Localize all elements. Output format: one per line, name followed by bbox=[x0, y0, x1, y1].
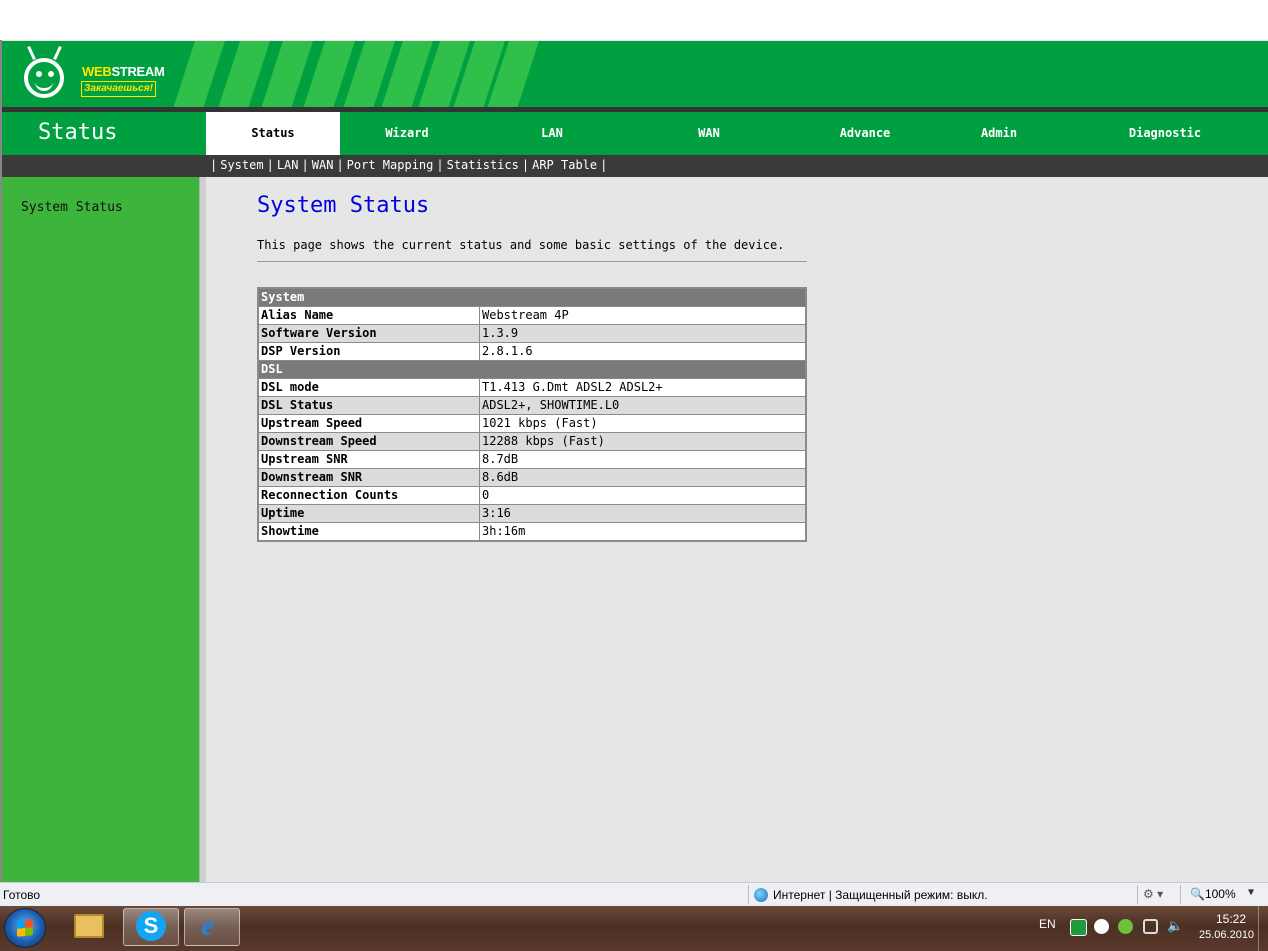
table-row: DSL Status ADSL2+, SHOWTIME.L0 bbox=[257, 396, 807, 415]
tab-lan[interactable]: LAN bbox=[486, 112, 618, 155]
table-row: DSP Version 2.8.1.6 bbox=[257, 342, 807, 361]
tab-wizard[interactable]: Wizard bbox=[340, 112, 474, 155]
row-label: DSL mode bbox=[257, 378, 480, 397]
row-value: 12288 kbps (Fast) bbox=[479, 432, 807, 451]
section-heading-system: System bbox=[257, 287, 807, 307]
zoom-dropdown-icon[interactable]: ▼ bbox=[1248, 887, 1254, 898]
row-label: Upstream SNR bbox=[257, 450, 480, 469]
table-row: DSL mode T1.413 G.Dmt ADSL2 ADSL2+ bbox=[257, 378, 807, 397]
zoom-magnifier-icon: 🔍 bbox=[1190, 887, 1205, 901]
main-nav bbox=[2, 112, 1268, 155]
table-section-header: System bbox=[257, 287, 807, 307]
clock-date[interactable]: 25.06.2010 bbox=[1199, 929, 1254, 941]
table-row: Downstream SNR 8.6dB bbox=[257, 468, 807, 487]
internet-explorer-icon: e bbox=[201, 909, 215, 942]
protected-mode-icon[interactable]: ⚙ ▾ bbox=[1143, 887, 1163, 901]
row-value: 3h:16m bbox=[479, 522, 807, 542]
subnav-wan[interactable]: WAN bbox=[309, 158, 337, 172]
zoom-level[interactable]: 🔍100% bbox=[1190, 887, 1236, 901]
sidebar-item-system-status[interactable]: System Status bbox=[21, 200, 123, 215]
security-zone-text[interactable]: Интернет | Защищенный режим: выкл. bbox=[773, 888, 988, 902]
start-button[interactable] bbox=[4, 908, 46, 948]
row-value: Webstream 4P bbox=[479, 306, 807, 325]
table-row: Showtime 3h:16m bbox=[257, 522, 807, 542]
browser-top-area bbox=[0, 0, 1268, 40]
skype-icon: S bbox=[136, 911, 166, 941]
table-section-header: DSL bbox=[257, 360, 807, 379]
row-label: DSP Version bbox=[257, 342, 480, 361]
subnav-lan[interactable]: LAN bbox=[274, 158, 302, 172]
page-description: This page shows the current status and s… bbox=[257, 238, 785, 252]
row-value: 3:16 bbox=[479, 504, 807, 523]
row-label: Alias Name bbox=[257, 306, 480, 325]
section-title: Status bbox=[38, 120, 118, 145]
section-heading-dsl: DSL bbox=[257, 360, 807, 379]
show-desktop-button[interactable] bbox=[1258, 906, 1268, 951]
tab-diagnostic[interactable]: Diagnostic bbox=[1092, 112, 1238, 155]
windows-logo-icon bbox=[17, 919, 33, 937]
row-value: 8.7dB bbox=[479, 450, 807, 469]
zoom-value: 100% bbox=[1204, 887, 1236, 901]
row-label: Downstream SNR bbox=[257, 468, 480, 487]
sidebar-border bbox=[199, 177, 206, 882]
row-label: Reconnection Counts bbox=[257, 486, 480, 505]
logo-stream: STREAM bbox=[111, 64, 165, 79]
divider bbox=[257, 261, 807, 262]
page-title: System Status bbox=[257, 193, 430, 218]
tab-advance[interactable]: Advance bbox=[800, 112, 930, 155]
volume-icon[interactable]: 🔈 bbox=[1167, 919, 1183, 934]
tray-panda-icon[interactable] bbox=[1094, 919, 1109, 934]
status-separator bbox=[1137, 885, 1138, 904]
status-ready-text: Готово bbox=[3, 888, 41, 902]
smiley-logo-icon bbox=[24, 58, 64, 98]
subnav-arp-table[interactable]: ARP Table bbox=[529, 158, 600, 172]
status-table: System Alias Name Webstream 4P Software V… bbox=[257, 287, 807, 542]
row-value: T1.413 G.Dmt ADSL2 ADSL2+ bbox=[479, 378, 807, 397]
row-label: DSL Status bbox=[257, 396, 480, 415]
row-value: 8.6dB bbox=[479, 468, 807, 487]
table-row: Software Version 1.3.9 bbox=[257, 324, 807, 343]
row-label: Software Version bbox=[257, 324, 480, 343]
table-row: Reconnection Counts 0 bbox=[257, 486, 807, 505]
tray-app-icon[interactable] bbox=[1070, 919, 1087, 936]
logo-web: WEB bbox=[82, 64, 112, 79]
language-indicator[interactable]: EN bbox=[1039, 917, 1056, 931]
row-label: Downstream Speed bbox=[257, 432, 480, 451]
row-label: Upstream Speed bbox=[257, 414, 480, 433]
sidebar bbox=[2, 177, 199, 882]
folder-icon bbox=[74, 914, 104, 938]
row-value: 0 bbox=[479, 486, 807, 505]
status-separator bbox=[748, 885, 749, 904]
brand-slogan: Закачаешься! bbox=[81, 81, 156, 97]
status-separator bbox=[1180, 885, 1181, 904]
sub-nav bbox=[2, 155, 1268, 177]
row-label: Uptime bbox=[257, 504, 480, 523]
table-row: Upstream SNR 8.7dB bbox=[257, 450, 807, 469]
table-row: Uptime 3:16 bbox=[257, 504, 807, 523]
tab-admin[interactable]: Admin bbox=[934, 112, 1064, 155]
row-value: 1021 kbps (Fast) bbox=[479, 414, 807, 433]
row-value: 2.8.1.6 bbox=[479, 342, 807, 361]
subnav-port-mapping[interactable]: Port Mapping bbox=[344, 158, 437, 172]
table-row: Upstream Speed 1021 kbps (Fast) bbox=[257, 414, 807, 433]
sub-nav-links: | System | LAN | WAN | Port Mapping | Statistics |… bbox=[210, 158, 608, 172]
network-icon[interactable] bbox=[1143, 919, 1158, 934]
row-label: Showtime bbox=[257, 522, 480, 542]
row-value: 1.3.9 bbox=[479, 324, 807, 343]
table-row: Alias Name Webstream 4P bbox=[257, 306, 807, 325]
subnav-system[interactable]: System bbox=[217, 158, 266, 172]
tray-messenger-icon[interactable] bbox=[1118, 919, 1133, 934]
clock-time[interactable]: 15:22 bbox=[1210, 912, 1252, 926]
row-value: ADSL2+, SHOWTIME.L0 bbox=[479, 396, 807, 415]
table-row: Downstream Speed 12288 kbps (Fast) bbox=[257, 432, 807, 451]
subnav-statistics[interactable]: Statistics bbox=[444, 158, 522, 172]
globe-icon bbox=[754, 888, 768, 902]
browser-status-bar bbox=[0, 882, 1268, 906]
tab-status[interactable]: Status bbox=[206, 112, 340, 155]
tab-wan[interactable]: WAN bbox=[644, 112, 774, 155]
brand-logo-text: WEBSTREAM bbox=[82, 64, 165, 79]
header-banner bbox=[2, 41, 1268, 107]
